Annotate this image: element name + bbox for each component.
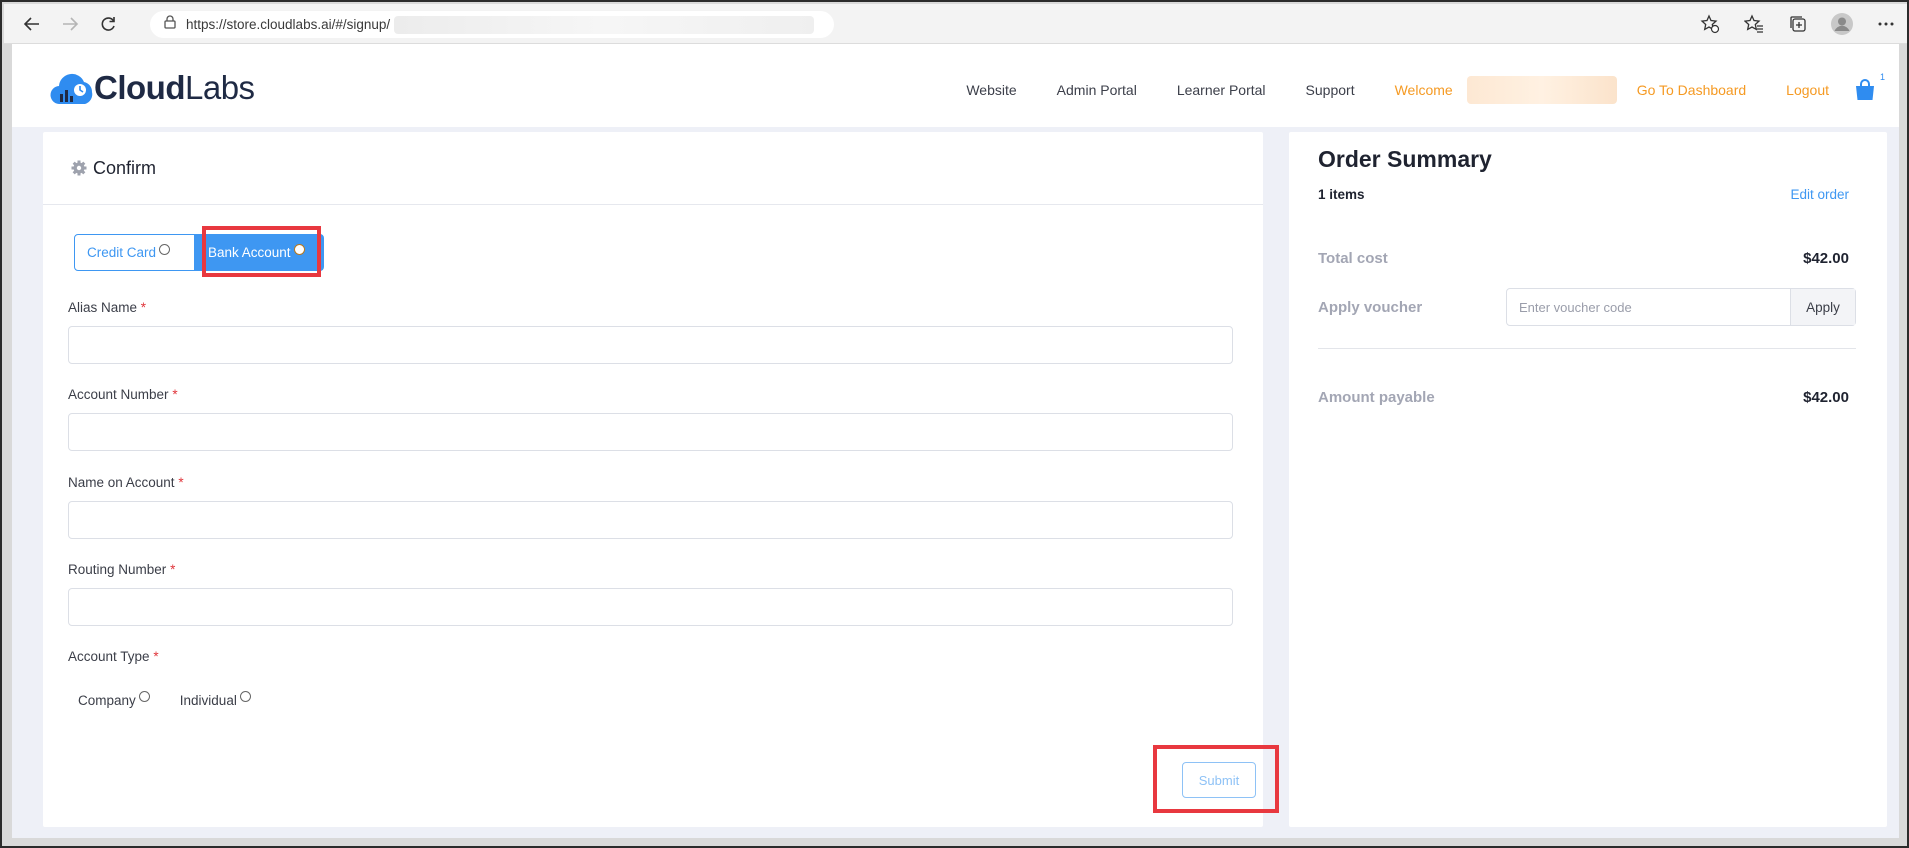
forward-icon[interactable] xyxy=(56,10,84,38)
credit-card-label: Credit Card xyxy=(87,245,157,260)
account-number-input[interactable] xyxy=(68,413,1233,451)
main-nav: Website Admin Portal Learner Portal Supp… xyxy=(966,72,1899,104)
url-text: https://store.cloudlabs.ai/#/signup/ xyxy=(186,17,391,32)
url-redacted xyxy=(394,15,815,34)
nav-logout[interactable]: Logout xyxy=(1786,82,1829,98)
summary-divider xyxy=(1318,348,1856,349)
voucher-code-input[interactable] xyxy=(1507,289,1790,325)
favorite-add-icon[interactable] xyxy=(1697,11,1723,37)
bank-account-highlight-box xyxy=(202,226,321,277)
alias-name-label: Alias Name * xyxy=(68,300,147,315)
account-type-individual[interactable]: Individual xyxy=(180,691,251,708)
page-viewport: CloudLabs Website Admin Portal Learner P… xyxy=(12,44,1899,838)
apply-voucher-button[interactable]: Apply xyxy=(1790,289,1855,325)
nav-learner-portal[interactable]: Learner Portal xyxy=(1177,82,1266,98)
site-header: CloudLabs Website Admin Portal Learner P… xyxy=(12,44,1899,127)
browser-actions xyxy=(1697,10,1899,38)
cloudlabs-logo[interactable]: CloudLabs xyxy=(50,68,255,108)
cart-button[interactable]: 1 xyxy=(1853,72,1885,102)
credit-card-option[interactable]: Credit Card xyxy=(74,234,195,271)
nav-go-to-dashboard[interactable]: Go To Dashboard xyxy=(1637,82,1746,98)
order-summary-card: Order Summary 1 items Edit order Total c… xyxy=(1289,132,1887,827)
browser-toolbar: https://store.cloudlabs.ai/#/signup/ xyxy=(4,4,1907,44)
name-on-account-input[interactable] xyxy=(68,501,1233,539)
item-count: 1 items xyxy=(1318,187,1365,202)
cloud-logo-icon xyxy=(50,73,93,105)
credit-card-radio[interactable] xyxy=(159,244,171,255)
address-bar[interactable]: https://store.cloudlabs.ai/#/signup/ xyxy=(150,11,834,38)
card-header: Confirm xyxy=(43,132,1263,205)
more-menu-icon[interactable] xyxy=(1873,11,1899,37)
account-type-label: Account Type * xyxy=(68,649,159,664)
nav-website[interactable]: Website xyxy=(966,82,1016,98)
individual-radio[interactable] xyxy=(239,691,251,702)
total-cost-value: $42.00 xyxy=(1803,250,1849,267)
amount-payable-value: $42.00 xyxy=(1803,389,1849,406)
collections-icon[interactable] xyxy=(1785,11,1811,37)
nav-admin-portal[interactable]: Admin Portal xyxy=(1057,82,1137,98)
voucher-group: Apply xyxy=(1506,288,1856,326)
account-type-options: Company Individual xyxy=(78,691,251,708)
lock-icon xyxy=(164,15,176,34)
profile-avatar-icon[interactable] xyxy=(1829,11,1855,37)
total-cost-label: Total cost xyxy=(1318,250,1388,267)
back-icon[interactable] xyxy=(18,10,46,38)
page-title: Confirm xyxy=(93,157,157,178)
routing-number-label: Routing Number * xyxy=(68,562,176,577)
account-number-label: Account Number * xyxy=(68,387,178,402)
logo-wordmark: CloudLabs xyxy=(94,69,255,106)
payment-form-card: Confirm Credit Card Bank Account Alias N… xyxy=(43,132,1279,827)
edit-order-link[interactable]: Edit order xyxy=(1790,187,1849,202)
submit-highlight-box xyxy=(1153,745,1279,813)
gear-icon xyxy=(71,160,87,176)
alias-name-input[interactable] xyxy=(68,326,1233,364)
favorites-icon[interactable] xyxy=(1741,11,1767,37)
apply-voucher-label: Apply voucher xyxy=(1318,299,1423,316)
nav-support[interactable]: Support xyxy=(1306,82,1355,98)
welcome-label: Welcome xyxy=(1394,82,1453,98)
username-redacted xyxy=(1466,76,1617,104)
shopping-bag-icon xyxy=(1856,79,1874,100)
cart-count-badge: 1 xyxy=(1879,72,1885,82)
browser-window: https://store.cloudlabs.ai/#/signup/ Clo… xyxy=(0,0,1909,848)
refresh-icon[interactable] xyxy=(94,10,122,38)
routing-number-input[interactable] xyxy=(68,588,1233,626)
account-type-company[interactable]: Company xyxy=(78,691,150,708)
order-summary-title: Order Summary xyxy=(1318,146,1492,172)
name-on-account-label: Name on Account * xyxy=(68,475,184,490)
company-radio[interactable] xyxy=(138,691,150,702)
amount-payable-label: Amount payable xyxy=(1318,389,1435,406)
